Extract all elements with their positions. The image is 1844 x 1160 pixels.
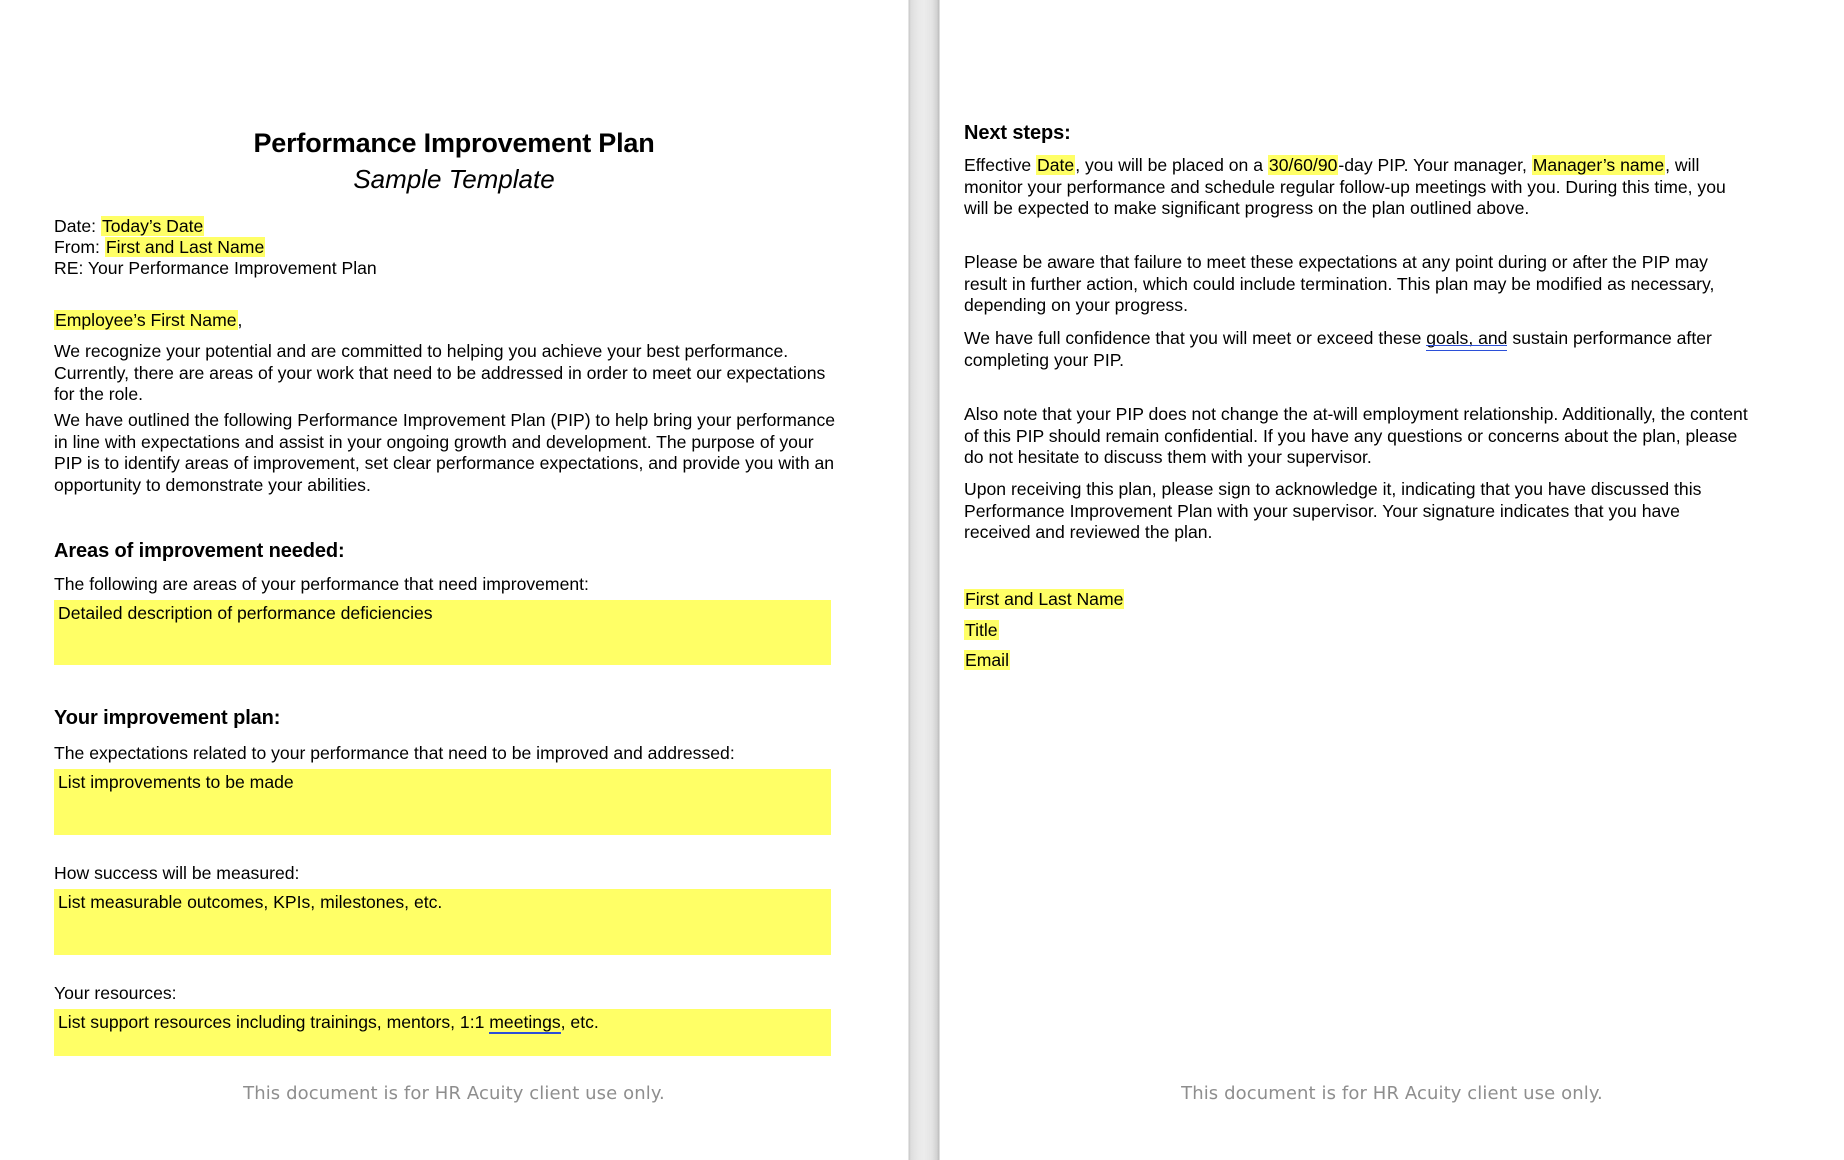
next-steps-p1-part-b: , you will be placed on a <box>1075 155 1268 175</box>
intro-paragraph-1: We recognize your potential and are comm… <box>54 341 826 404</box>
document-viewer[interactable]: Performance Improvement Plan Sample Temp… <box>0 0 1844 1160</box>
next-steps-p3-part-a: We have full confidence that you will me… <box>964 328 1427 348</box>
meta-re-line: RE: Your Performance Improvement Plan <box>54 258 377 278</box>
page-1-footer-note: This document is for HR Acuity client us… <box>243 1083 665 1104</box>
next-steps-heading: Next steps: <box>964 122 1071 144</box>
next-steps-paragraph-3: We have full confidence that you will me… <box>964 328 1750 371</box>
page-gutter-divider <box>908 0 940 1160</box>
salutation-comma: , <box>237 310 243 330</box>
salutation-line: Employee’s First Name, <box>54 310 814 332</box>
signature-title-placeholder: Title <box>964 620 999 640</box>
document-page-1: Performance Improvement Plan Sample Temp… <box>0 0 908 1160</box>
page-title: Performance Improvement Plan <box>253 128 655 158</box>
grammar-flag-goals-and[interactable]: goals, and <box>1426 328 1507 348</box>
employee-name-placeholder: Employee’s First Name <box>54 310 238 330</box>
plan-section-intro: The expectations related to your perform… <box>54 743 735 763</box>
manager-name-placeholder: Manager’s name <box>1531 155 1666 175</box>
next-steps-paragraph-5: Upon receiving this plan, please sign to… <box>964 479 1702 542</box>
document-page-2: Next steps: Effective Date, you will be … <box>940 0 1844 1160</box>
spellcheck-word-meetings[interactable]: meetings <box>489 1012 560 1032</box>
next-steps-paragraph-2: Please be aware that failure to meet the… <box>964 252 1715 315</box>
areas-section-heading: Areas of improvement needed: <box>54 540 345 562</box>
signature-title-line: Title <box>964 620 999 642</box>
signature-email-placeholder: Email <box>964 650 1010 670</box>
signature-name-placeholder: First and Last Name <box>964 589 1125 609</box>
areas-fill-field[interactable]: Detailed description of performance defi… <box>54 600 831 665</box>
resources-label: Your resources: <box>54 983 177 1003</box>
date-label: Date: <box>54 216 97 236</box>
plan-section-heading: Your improvement plan: <box>54 707 281 729</box>
effective-date-placeholder: Date <box>1036 155 1076 175</box>
next-steps-p1-part-a: Effective <box>964 155 1037 175</box>
success-measure-fill-field[interactable]: List measurable outcomes, KPIs, mileston… <box>54 889 831 955</box>
plan-fill-field[interactable]: List improvements to be made <box>54 769 831 835</box>
meta-date-line: Date: Today’s Date <box>54 216 814 238</box>
resources-fill-suffix: , etc. <box>560 1012 599 1032</box>
signature-email-line: Email <box>964 650 1010 672</box>
meta-from-line: From: First and Last Name <box>54 237 814 259</box>
page-subtitle: Sample Template <box>353 164 555 194</box>
resources-fill-prefix: List support resources including trainin… <box>58 1012 490 1032</box>
success-measure-label: How success will be measured: <box>54 863 300 883</box>
from-label: From: <box>54 237 100 257</box>
resources-fill-field[interactable]: List support resources including trainin… <box>54 1009 831 1056</box>
next-steps-p1-part-c: -day PIP. Your manager, <box>1338 155 1532 175</box>
next-steps-paragraph-1: Effective Date, you will be placed on a … <box>964 155 1750 220</box>
areas-section-intro: The following are areas of your performa… <box>54 574 589 594</box>
signature-name-line: First and Last Name <box>964 589 1125 611</box>
pip-duration-placeholder: 30/60/90 <box>1267 155 1339 175</box>
from-value: First and Last Name <box>104 237 266 257</box>
date-value: Today’s Date <box>100 216 205 236</box>
page-2-footer-note: This document is for HR Acuity client us… <box>1181 1083 1603 1104</box>
intro-paragraph-2: We have outlined the following Performan… <box>54 410 836 495</box>
next-steps-paragraph-4: Also note that your PIP does not change … <box>964 404 1748 467</box>
